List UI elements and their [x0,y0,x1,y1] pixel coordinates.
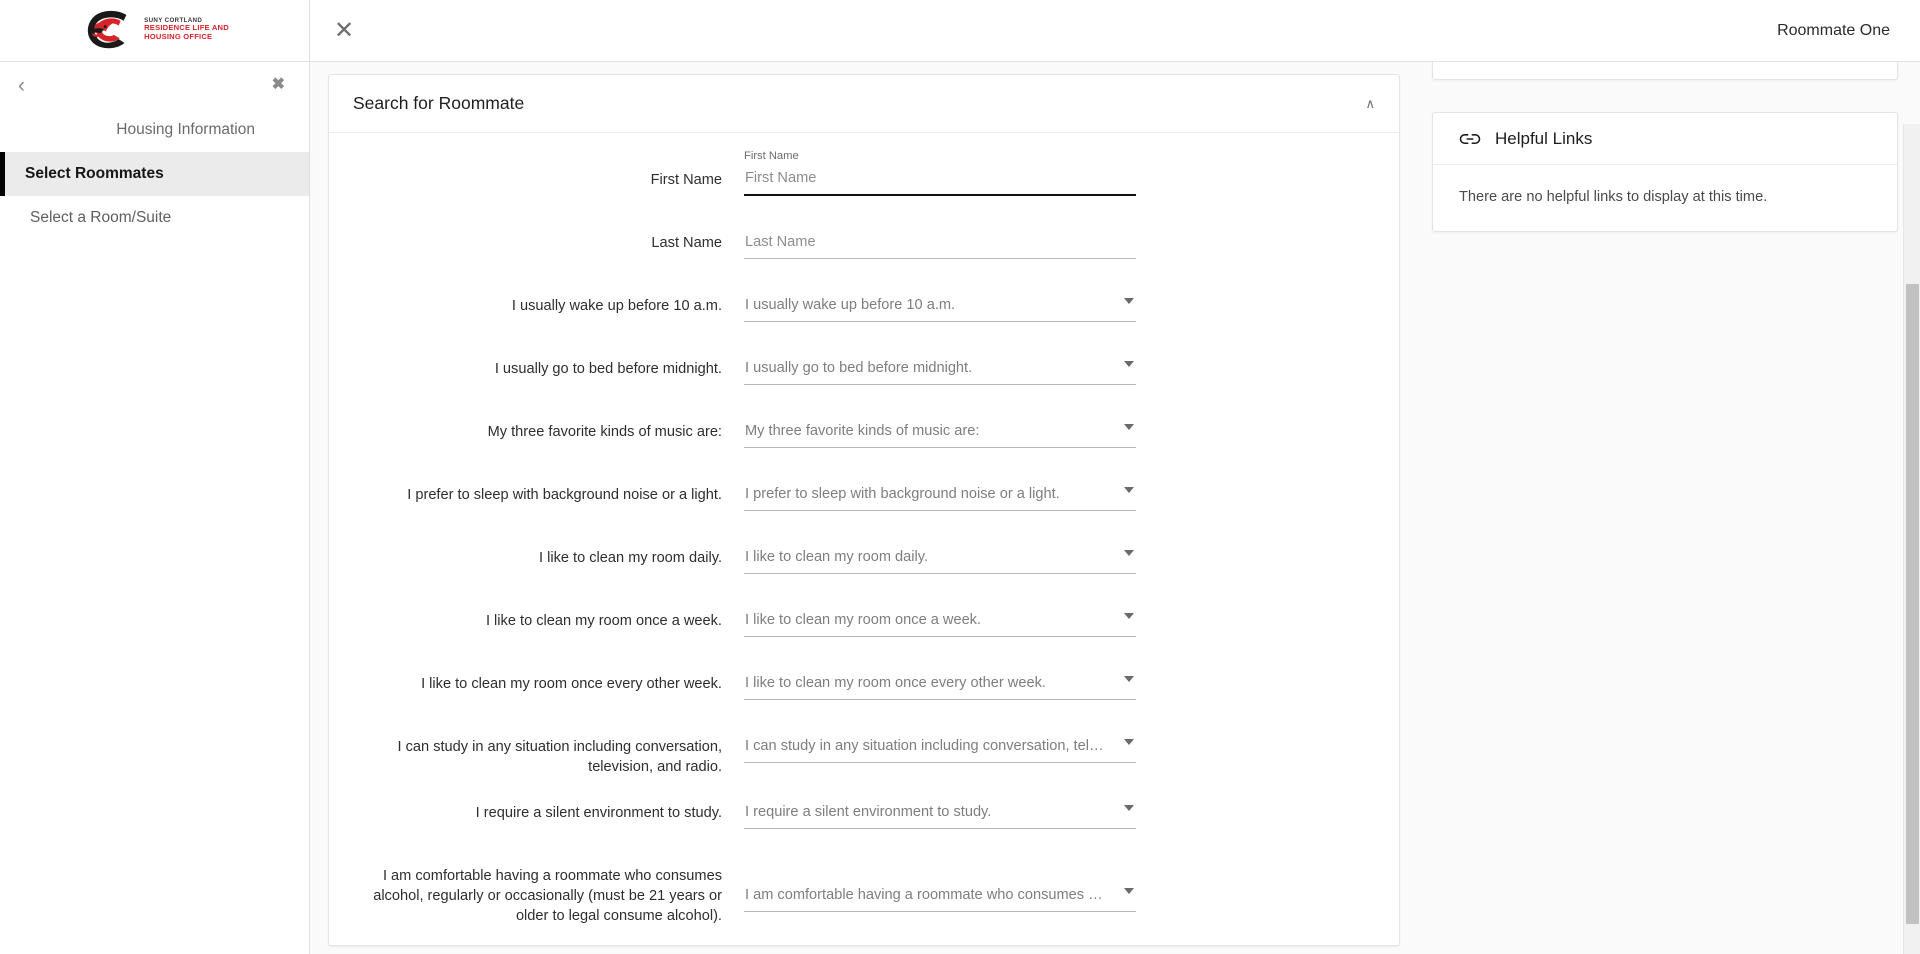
field-wrap-favorite-music: My three favorite kinds of music are: [744,405,1136,448]
field-wrap-clean-room-daily: I like to clean my room daily. [744,531,1136,574]
field-label-first-name: First Name [650,172,722,188]
clean-room-biweekly-select[interactable]: I like to clean my room once every other… [744,669,1136,700]
logo-wordmark: SUNY CORTLAND RESIDENCE LIFE AND HOUSING… [144,17,229,42]
bed-before-midnight-select[interactable]: I usually go to bed before midnight. [744,354,1136,385]
field-wrap-clean-room-weekly: I like to clean my room once a week. [744,594,1136,637]
form-row: I prefer to sleep with background noise … [349,468,1379,522]
first-name-input[interactable] [744,165,1136,196]
select-wrap: My three favorite kinds of music are: [744,417,1136,448]
study-silent-environment-select[interactable]: I require a silent environment to study. [744,798,1136,830]
form-row: I am comfortable having a roommate who c… [349,849,1379,926]
field-wrap-clean-room-biweekly: I like to clean my room once every other… [744,657,1136,700]
select-wrap: I like to clean my room once a week. [744,606,1136,637]
sidebar-item-select-roommates[interactable]: Select Roommates [0,152,309,196]
vertical-scrollbar-track[interactable] [1903,124,1920,954]
close-icon[interactable]: ✕ [334,18,354,43]
red-dragon-logo-icon [87,10,127,48]
application-root: SUNY CORTLAND RESIDENCE LIFE AND HOUSING… [0,0,1920,954]
side-column: Helpful Links There are no helpful links… [1420,62,1920,954]
field-wrap-roommate-consumes-alcohol: I am comfortable having a roommate who c… [744,849,1136,913]
sidebar-nav: Housing Information Select Roommates Sel… [0,108,309,240]
sidebar-item-label: Housing Information [116,121,255,138]
select-wrap: I prefer to sleep with background noise … [744,480,1136,511]
form-row: I like to clean my room once every other… [349,657,1379,711]
field-wrap-first-name: First Name [744,150,1136,196]
select-wrap: I am comfortable having a roommate who c… [744,881,1136,913]
chevron-up-icon[interactable]: ∧ [1365,97,1375,110]
vertical-scrollbar-thumb[interactable] [1906,284,1919,924]
study-any-situation-select[interactable]: I can study in any situation including c… [744,732,1136,763]
select-wrap: I require a silent environment to study. [744,798,1136,830]
select-wrap: I usually go to bed before midnight. [744,354,1136,385]
field-wrap-study-silent-environment: I require a silent environment to study. [744,786,1136,830]
sidebar-controls: ‹ ✖ [0,62,309,108]
floating-label-first-name: First Name [744,150,799,162]
field-label-wake-up-before-10am: I usually wake up before 10 a.m. [511,298,722,314]
form-row: I usually go to bed before midnight. I u… [349,342,1379,396]
last-name-input[interactable] [744,228,1136,259]
logo: SUNY CORTLAND RESIDENCE LIFE AND HOUSING… [80,8,229,52]
close-icon[interactable]: ✖ [268,75,289,95]
wake-up-before-10am-select[interactable]: I usually wake up before 10 a.m. [744,291,1136,322]
sidebar-item-housing-information: Housing Information [0,108,309,152]
field-label-last-name: Last Name [651,235,722,251]
search-for-roommate-panel: Search for Roommate ∧ First Name First N… [328,74,1400,947]
panel-header: Search for Roommate ∧ [329,75,1399,133]
field-label-clean-room-daily: I like to clean my room daily. [538,550,722,566]
select-wrap: I can study in any situation including c… [744,732,1136,763]
favorite-music-select[interactable]: My three favorite kinds of music are: [744,417,1136,448]
field-label-sleep-background-noise: I prefer to sleep with background noise … [407,487,722,503]
helpful-links-empty-message: There are no helpful links to display at… [1459,189,1768,205]
field-wrap-bed-before-midnight: I usually go to bed before midnight. [744,342,1136,385]
form-row: I like to clean my room daily. I like to… [349,531,1379,585]
form-row: I usually wake up before 10 a.m. I usual… [349,279,1379,333]
helpful-links-card: Helpful Links There are no helpful links… [1432,112,1898,232]
partially-scrolled-card [1432,62,1898,80]
sleep-background-noise-select[interactable]: I prefer to sleep with background noise … [744,480,1136,511]
field-label-clean-room-biweekly: I like to clean my room once every other… [421,676,722,692]
form-row: First Name First Name [349,150,1379,207]
field-wrap-last-name [744,216,1136,259]
content-scroll-region: Search for Roommate ∧ First Name First N… [310,62,1920,954]
panel-body: First Name First Name Last Name [329,133,1399,945]
current-user-label[interactable]: Roommate One [1777,22,1890,40]
field-wrap-wake-up-before-10am: I usually wake up before 10 a.m. [744,279,1136,322]
field-label-bed-before-midnight: I usually go to bed before midnight. [494,361,722,377]
field-label-study-any-situation: I can study in any situation including c… [397,739,723,775]
helpful-links-header: Helpful Links [1433,113,1897,165]
sidebar-item-label: Select a Room/Suite [30,209,172,226]
topbar: ✕ Roommate One [310,0,1920,62]
sidebar-item-select-a-room-suite[interactable]: Select a Room/Suite [0,196,309,240]
back-chevron-icon[interactable]: ‹ [12,73,31,98]
field-label-study-silent-environment: I require a silent environment to study. [475,805,722,822]
field-wrap-study-any-situation: I can study in any situation including c… [744,720,1136,763]
helpful-links-title: Helpful Links [1495,128,1593,148]
clean-room-daily-select[interactable]: I like to clean my room daily. [744,543,1136,574]
roommate-consumes-alcohol-select[interactable]: I am comfortable having a roommate who c… [744,881,1136,913]
form-row: My three favorite kinds of music are: My… [349,405,1379,459]
sidebar: SUNY CORTLAND RESIDENCE LIFE AND HOUSING… [0,0,310,954]
page-title: Search for Roommate [353,93,525,113]
field-wrap-sleep-background-noise: I prefer to sleep with background noise … [744,468,1136,511]
brand-logo: SUNY CORTLAND RESIDENCE LIFE AND HOUSING… [0,0,309,62]
form-row: Last Name [349,216,1379,270]
select-wrap: I like to clean my room daily. [744,543,1136,574]
clean-room-weekly-select[interactable]: I like to clean my room once a week. [744,606,1136,637]
field-label-clean-room-weekly: I like to clean my room once a week. [485,613,722,629]
field-label-roommate-consumes-alcohol: I am comfortable having a roommate who c… [373,868,722,924]
link-icon [1459,133,1481,144]
select-wrap: I like to clean my room once every other… [744,669,1136,700]
form-row: I like to clean my room once a week. I l… [349,594,1379,648]
main-column: Search for Roommate ∧ First Name First N… [310,62,1420,954]
logo-line-3: HOUSING OFFICE [144,31,213,41]
main-area: ✕ Roommate One Search for Roommate ∧ Fir… [310,0,1920,954]
form-row: I can study in any situation including c… [349,720,1379,777]
select-wrap: I usually wake up before 10 a.m. [744,291,1136,322]
field-label-favorite-music: My three favorite kinds of music are: [487,424,722,440]
form-row: I require a silent environment to study.… [349,786,1379,840]
sidebar-item-label: Select Roommates [25,165,164,182]
